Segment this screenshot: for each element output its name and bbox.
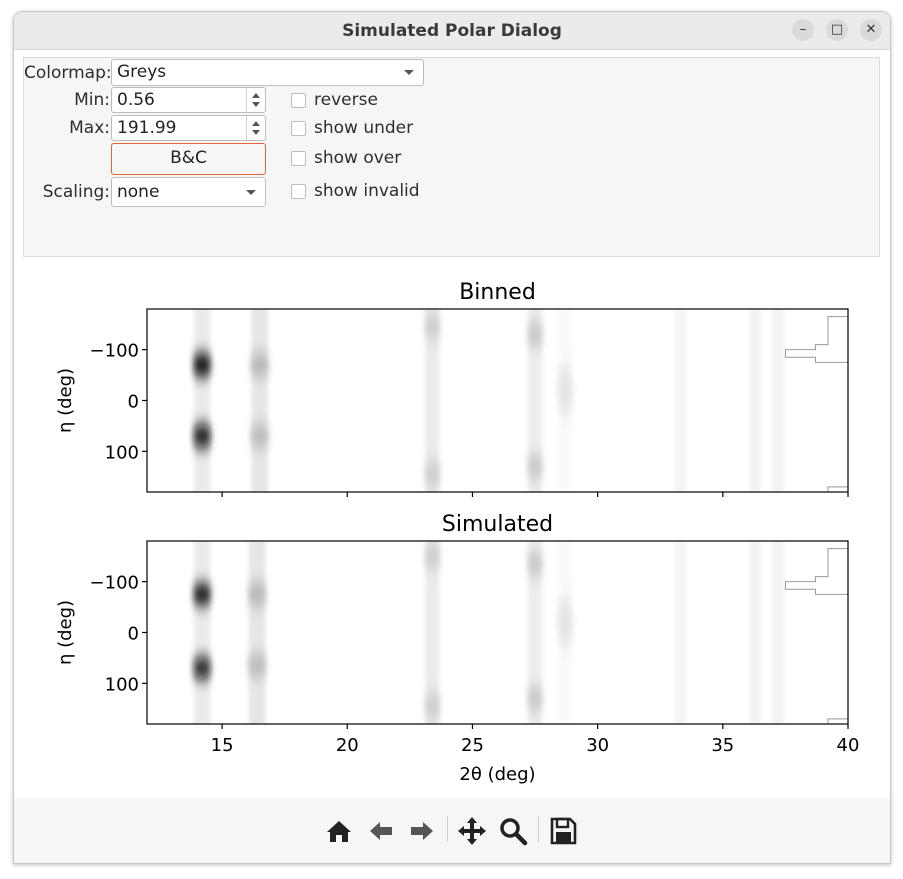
diffraction-spot <box>424 693 441 719</box>
diffraction-spot <box>424 314 441 340</box>
diffraction-ring <box>674 309 686 492</box>
spin-arrows-icon[interactable] <box>246 116 265 140</box>
show-under-checkbox[interactable] <box>291 121 306 136</box>
navigation-toolbar <box>14 798 890 863</box>
diffraction-ring <box>772 541 784 724</box>
save-icon[interactable] <box>548 816 578 846</box>
brightness-contrast-button[interactable]: B&C <box>111 143 266 175</box>
minimize-button[interactable]: – <box>792 19 814 41</box>
maximize-button[interactable]: □ <box>826 19 848 41</box>
diffraction-spot <box>556 596 574 648</box>
colormap-label: Colormap: <box>24 63 112 83</box>
x-tick-label: 30 <box>586 735 609 756</box>
colormap-panel: Colormap: Greys Min: 0.56 Max: 191.99 B&… <box>23 57 880 257</box>
y-axis-label: η (deg) <box>55 368 76 433</box>
chart-title: Simulated <box>442 512 553 537</box>
diffraction-spot <box>424 461 441 487</box>
chart-title: Binned <box>459 280 536 305</box>
reverse-checkbox[interactable] <box>291 93 306 108</box>
x-tick-label: 20 <box>336 735 359 756</box>
diffraction-spot <box>247 583 267 606</box>
diffraction-spot <box>526 321 544 348</box>
y-tick-label: −100 <box>90 573 139 594</box>
chevron-down-icon <box>246 190 256 195</box>
min-value: 0.56 <box>117 90 155 110</box>
diffraction-spot <box>424 543 441 569</box>
min-label: Min: <box>74 90 110 110</box>
diffraction-spot <box>192 353 212 377</box>
diffraction-ring <box>674 541 686 724</box>
back-arrow-icon[interactable] <box>366 816 396 846</box>
simulated-plot: Simulated −100 0 100 15 20 25 30 35 40 η (deg) 2θ (… <box>55 512 859 785</box>
polar-figure[interactable]: Binned −100 0 100 η (deg) Simulated −100 0 100 1… <box>14 268 890 798</box>
x-tick-label: 40 <box>837 735 860 756</box>
colormap-value: Greys <box>117 62 167 82</box>
show-over-label: show over <box>314 148 402 168</box>
scaling-label: Scaling: <box>42 182 110 202</box>
diffraction-spot <box>526 551 544 577</box>
home-icon[interactable] <box>324 816 354 846</box>
show-over-checkbox[interactable] <box>291 151 306 166</box>
diffraction-spot <box>526 453 544 480</box>
max-spinbox[interactable]: 191.99 <box>111 115 266 141</box>
diffraction-spot <box>247 654 267 677</box>
diffraction-ring <box>749 309 761 492</box>
y-axis-label: η (deg) <box>55 600 76 665</box>
diffraction-spot <box>556 364 574 416</box>
diffraction-spot <box>249 353 270 377</box>
binned-plot: Binned −100 0 100 η (deg) <box>55 280 849 497</box>
toolbar-separator <box>447 816 448 842</box>
diffraction-spot <box>526 685 544 712</box>
toolbar-separator <box>538 816 539 842</box>
diffraction-ring <box>193 541 211 724</box>
show-under-label: show under <box>314 118 414 138</box>
max-label: Max: <box>69 118 110 138</box>
title-bar: Simulated Polar Dialog – □ ✕ <box>14 12 890 50</box>
zoom-icon[interactable] <box>498 816 528 846</box>
show-invalid-label: show invalid <box>314 181 420 201</box>
scaling-value: none <box>117 182 160 202</box>
max-value: 191.99 <box>117 118 177 138</box>
colormap-select[interactable]: Greys <box>111 59 424 86</box>
y-tick-label: 0 <box>128 392 139 413</box>
x-tick-label: 25 <box>461 735 484 756</box>
y-tick-label: 0 <box>128 624 139 645</box>
pan-icon[interactable] <box>457 816 487 846</box>
dialog-window: Simulated Polar Dialog – □ ✕ Colormap: G… <box>13 11 891 864</box>
diffraction-ring <box>248 541 266 724</box>
chevron-down-icon <box>404 70 414 75</box>
reverse-label: reverse <box>314 90 378 110</box>
diffraction-ring <box>193 309 211 492</box>
diffraction-spot <box>192 657 212 679</box>
y-tick-label: 100 <box>105 674 139 695</box>
x-axis-label: 2θ (deg) <box>459 764 535 785</box>
x-tick-label: 15 <box>211 735 234 756</box>
diffraction-ring <box>251 309 268 492</box>
diffraction-ring <box>772 309 784 492</box>
y-tick-label: 100 <box>105 442 139 463</box>
diffraction-spot <box>192 424 212 448</box>
diffraction-spot <box>249 424 270 448</box>
min-spinbox[interactable]: 0.56 <box>111 87 266 113</box>
y-tick-label: −100 <box>90 341 139 362</box>
window-title: Simulated Polar Dialog <box>342 21 562 41</box>
spin-arrows-icon[interactable] <box>246 88 265 112</box>
diffraction-ring <box>749 541 761 724</box>
show-invalid-checkbox[interactable] <box>291 184 306 199</box>
diffraction-spot <box>192 584 212 605</box>
x-tick-label: 35 <box>711 735 734 756</box>
forward-arrow-icon[interactable] <box>407 816 437 846</box>
close-button[interactable]: ✕ <box>860 19 882 41</box>
scaling-select[interactable]: none <box>111 177 266 207</box>
